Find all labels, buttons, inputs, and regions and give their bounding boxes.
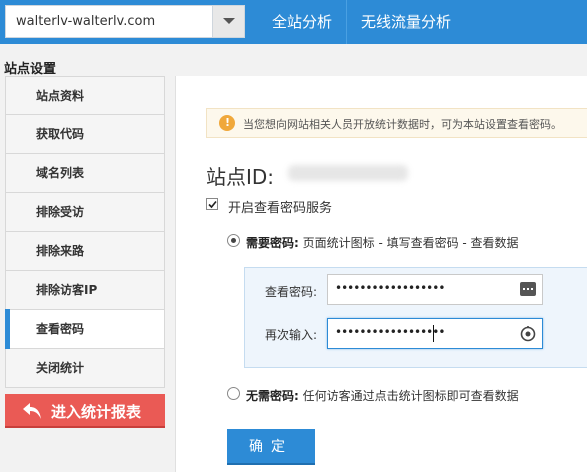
reveal-password-icon[interactable]	[520, 326, 536, 346]
password-input[interactable]: ••••••••••••••••••	[327, 274, 543, 305]
nav-wireless-analysis[interactable]: 无线流量分析	[347, 0, 465, 44]
sidebar-item-view-password[interactable]: 查看密码	[5, 309, 165, 349]
sidebar-item-close-stats[interactable]: 关闭统计	[5, 349, 165, 388]
no-password-radio[interactable]	[227, 387, 240, 400]
no-password-option: 无需密码: 任何访客通过点击统计图标即可查看数据	[246, 387, 519, 404]
sidebar-item-exclude-referrer[interactable]: 排除来路	[5, 232, 165, 271]
keyboard-icon[interactable]	[520, 282, 536, 300]
top-bar: walterlv-walterlv.com 全站分析 无线流量分析	[0, 0, 587, 44]
text-caret	[433, 325, 434, 342]
enter-report-label: 进入统计报表	[51, 403, 142, 421]
sidebar-item-domain-list[interactable]: 域名列表	[5, 154, 165, 193]
need-password-title: 需要密码:	[246, 236, 299, 250]
need-password-option: 需要密码: 页面统计图标 - 填写查看密码 - 查看数据	[246, 234, 519, 251]
repeat-password-label: 再次输入:	[265, 328, 318, 342]
need-password-desc: 页面统计图标 - 填写查看密码 - 查看数据	[302, 236, 519, 250]
notice-bar: ! 当您想向网站相关人员开放统计数据时，可为本站设置查看密码。	[206, 108, 587, 138]
notice-text: 当您想向网站相关人员开放统计数据时，可为本站设置查看密码。	[243, 118, 562, 131]
no-password-desc: 任何访客通过点击统计图标即可查看数据	[302, 389, 519, 403]
sidebar-item-get-code[interactable]: 获取代码	[5, 115, 165, 154]
exclamation-icon: !	[219, 115, 235, 131]
site-select-value: walterlv-walterlv.com	[16, 14, 156, 29]
enable-password-label: 开启查看密码服务	[228, 201, 333, 216]
sidebar-item-site-info[interactable]: 站点资料	[5, 76, 165, 115]
main-panel: ! 当您想向网站相关人员开放统计数据时，可为本站设置查看密码。 站点ID: 开启…	[175, 76, 587, 472]
repeat-password-value: ••••••••••••••••••	[335, 325, 445, 339]
chevron-down-icon[interactable]	[212, 6, 244, 37]
sidebar-title: 站点设置	[4, 62, 57, 77]
nav-site-analysis[interactable]: 全站分析	[258, 0, 346, 44]
site-id-redacted	[288, 165, 408, 181]
sidebar: 站点资料 获取代码 域名列表 排除受访 排除来路 排除访客IP 查看密码 关闭统…	[5, 76, 165, 388]
enter-report-button[interactable]: 进入统计报表	[5, 394, 165, 428]
top-nav: 全站分析 无线流量分析	[258, 0, 465, 44]
site-select[interactable]: walterlv-walterlv.com	[5, 5, 245, 38]
sidebar-item-exclude-visited[interactable]: 排除受访	[5, 193, 165, 232]
password-value: ••••••••••••••••••	[335, 281, 445, 295]
site-id-label: 站点ID:	[206, 165, 275, 189]
no-password-title: 无需密码:	[246, 389, 299, 403]
password-label: 查看密码:	[265, 285, 318, 299]
sidebar-item-exclude-ip[interactable]: 排除访客IP	[5, 271, 165, 310]
share-arrow-icon	[21, 401, 43, 425]
password-box: 查看密码: •••••••••••••••••• 再次输入: •••••••••…	[244, 267, 587, 368]
need-password-radio[interactable]	[227, 234, 240, 247]
confirm-button[interactable]: 确定	[227, 429, 315, 465]
repeat-password-input[interactable]: ••••••••••••••••••	[327, 318, 543, 349]
enable-password-checkbox[interactable]	[206, 198, 218, 210]
